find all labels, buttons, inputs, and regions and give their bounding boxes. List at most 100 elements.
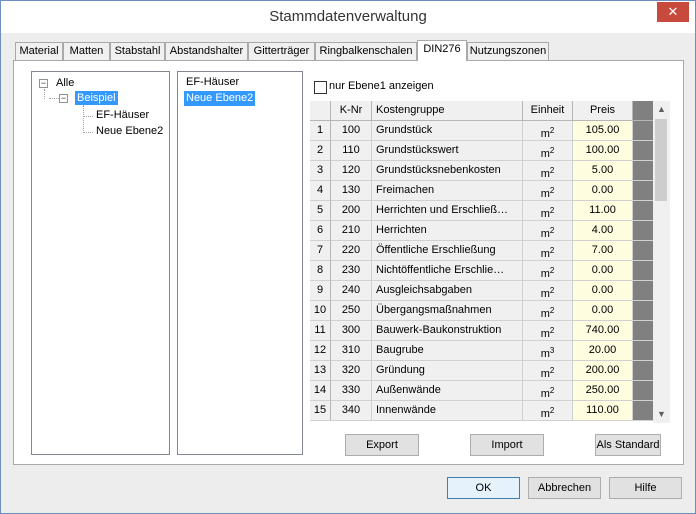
cell-kostengruppe[interactable]: Außenwände (372, 381, 523, 401)
cell-knr[interactable]: 310 (331, 341, 372, 361)
cell-knr[interactable]: 130 (331, 181, 372, 201)
cell-preis[interactable]: 4.00 (573, 221, 633, 241)
tree-node-neue-ebene2[interactable]: Neue Ebene2 (96, 124, 163, 138)
cell-einheit[interactable]: m2 (523, 261, 573, 281)
cell-knr[interactable]: 120 (331, 161, 372, 181)
cell-kostengruppe[interactable]: Nichtöffentliche Erschlie… (372, 261, 523, 281)
row-index[interactable]: 7 (310, 241, 331, 261)
cell-einheit[interactable]: m2 (523, 401, 573, 421)
cell-einheit[interactable]: m2 (523, 361, 573, 381)
cell-knr[interactable]: 330 (331, 381, 372, 401)
row-index[interactable]: 3 (310, 161, 331, 181)
import-button[interactable]: Import (470, 434, 544, 456)
cell-preis[interactable]: 11.00 (573, 201, 633, 221)
cell-kostengruppe[interactable]: Herrichten und Erschließ… (372, 201, 523, 221)
tree-node-beispiel[interactable]: Beispiel (75, 91, 118, 105)
cell-preis[interactable]: 740.00 (573, 321, 633, 341)
tab-din276[interactable]: DIN276 (417, 40, 467, 61)
export-button[interactable]: Export (345, 434, 419, 456)
cell-knr[interactable]: 320 (331, 361, 372, 381)
row-index[interactable]: 14 (310, 381, 331, 401)
cell-kostengruppe[interactable]: Ausgleichsabgaben (372, 281, 523, 301)
table-row[interactable]: 15 340 Innenwände m2 110.00 (310, 401, 653, 421)
scroll-up-icon[interactable]: ▲ (653, 101, 670, 118)
cell-preis[interactable]: 20.00 (573, 341, 633, 361)
as-standard-button[interactable]: Als Standard (595, 434, 661, 456)
cell-kostengruppe[interactable]: Übergangsmaßnahmen (372, 301, 523, 321)
collapse-alle-icon[interactable]: − (39, 79, 48, 88)
cell-kostengruppe[interactable]: Herrichten (372, 221, 523, 241)
cell-preis[interactable]: 100.00 (573, 141, 633, 161)
row-index[interactable]: 2 (310, 141, 331, 161)
cell-preis[interactable]: 5.00 (573, 161, 633, 181)
help-button[interactable]: Hilfe (609, 477, 682, 499)
table-row[interactable]: 3 120 Grundstücksnebenkosten m2 5.00 (310, 161, 653, 181)
table-row[interactable]: 9 240 Ausgleichsabgaben m2 0.00 (310, 281, 653, 301)
table-row[interactable]: 14 330 Außenwände m2 250.00 (310, 381, 653, 401)
cell-knr[interactable]: 100 (331, 121, 372, 141)
cell-einheit[interactable]: m2 (523, 381, 573, 401)
tree-node-alle[interactable]: Alle (56, 76, 74, 90)
tree-node-ef-haeuser[interactable]: EF-Häuser (96, 108, 149, 122)
ebene1-only-label[interactable]: nur Ebene1 anzeigen (329, 80, 434, 92)
table-row[interactable]: 2 110 Grundstückswert m2 100.00 (310, 141, 653, 161)
row-index[interactable]: 9 (310, 281, 331, 301)
cell-kostengruppe[interactable]: Grundstück (372, 121, 523, 141)
cell-einheit[interactable]: m2 (523, 241, 573, 261)
table-row[interactable]: 13 320 Gründung m2 200.00 (310, 361, 653, 381)
cell-einheit[interactable]: m2 (523, 181, 573, 201)
cell-preis[interactable]: 105.00 (573, 121, 633, 141)
tab-abstandshalter[interactable]: Abstandshalter (165, 42, 248, 61)
cell-kostengruppe[interactable]: Freimachen (372, 181, 523, 201)
cell-preis[interactable]: 250.00 (573, 381, 633, 401)
header-knr[interactable]: K-Nr (331, 101, 372, 121)
cell-preis[interactable]: 0.00 (573, 181, 633, 201)
list-item-ef-haeuser[interactable]: EF-Häuser (184, 75, 241, 90)
tab-ringbalkenschalen[interactable]: Ringbalkenschalen (315, 42, 417, 61)
cell-knr[interactable]: 230 (331, 261, 372, 281)
table-row[interactable]: 7 220 Öffentliche Erschließung m2 7.00 (310, 241, 653, 261)
cell-einheit[interactable]: m2 (523, 281, 573, 301)
row-index[interactable]: 13 (310, 361, 331, 381)
cancel-button[interactable]: Abbrechen (528, 477, 601, 499)
cell-preis[interactable]: 110.00 (573, 401, 633, 421)
list-item-neue-ebene2[interactable]: Neue Ebene2 (184, 91, 256, 106)
category-tree[interactable]: − Alle − Beispiel EF-Häuser Neue Ebene2 (31, 71, 170, 455)
cell-einheit[interactable]: m2 (523, 201, 573, 221)
level-list[interactable]: EF-Häuser Neue Ebene2 (177, 71, 303, 455)
cell-knr[interactable]: 240 (331, 281, 372, 301)
row-index[interactable]: 10 (310, 301, 331, 321)
tab-matten[interactable]: Matten (63, 42, 110, 61)
cell-einheit[interactable]: m2 (523, 321, 573, 341)
cell-einheit[interactable]: m2 (523, 121, 573, 141)
cell-kostengruppe[interactable]: Öffentliche Erschließung (372, 241, 523, 261)
tab-stabstahl[interactable]: Stabstahl (110, 42, 165, 61)
grid-scrollbar[interactable]: ▲ ▼ (653, 101, 670, 423)
row-index[interactable]: 5 (310, 201, 331, 221)
table-row[interactable]: 8 230 Nichtöffentliche Erschlie… m2 0.00 (310, 261, 653, 281)
table-row[interactable]: 4 130 Freimachen m2 0.00 (310, 181, 653, 201)
row-index[interactable]: 11 (310, 321, 331, 341)
cell-knr[interactable]: 200 (331, 201, 372, 221)
row-index[interactable]: 1 (310, 121, 331, 141)
table-row[interactable]: 6 210 Herrichten m2 4.00 (310, 221, 653, 241)
cell-einheit[interactable]: m3 (523, 341, 573, 361)
tab-material[interactable]: Material (15, 42, 63, 61)
ebene1-only-checkbox[interactable] (314, 81, 327, 94)
cell-einheit[interactable]: m2 (523, 161, 573, 181)
cell-knr[interactable]: 220 (331, 241, 372, 261)
cell-knr[interactable]: 300 (331, 321, 372, 341)
cell-einheit[interactable]: m2 (523, 221, 573, 241)
cell-kostengruppe[interactable]: Baugrube (372, 341, 523, 361)
cell-knr[interactable]: 250 (331, 301, 372, 321)
tab-nutzungszonen[interactable]: Nutzungszonen (467, 42, 549, 61)
table-row[interactable]: 10 250 Übergangsmaßnahmen m2 0.00 (310, 301, 653, 321)
cell-einheit[interactable]: m2 (523, 141, 573, 161)
cell-kostengruppe[interactable]: Grundstücksnebenkosten (372, 161, 523, 181)
cell-preis[interactable]: 7.00 (573, 241, 633, 261)
cell-preis[interactable]: 0.00 (573, 261, 633, 281)
cell-kostengruppe[interactable]: Bauwerk-Baukonstruktion (372, 321, 523, 341)
cell-knr[interactable]: 340 (331, 401, 372, 421)
row-index[interactable]: 12 (310, 341, 331, 361)
cell-kostengruppe[interactable]: Grundstückswert (372, 141, 523, 161)
